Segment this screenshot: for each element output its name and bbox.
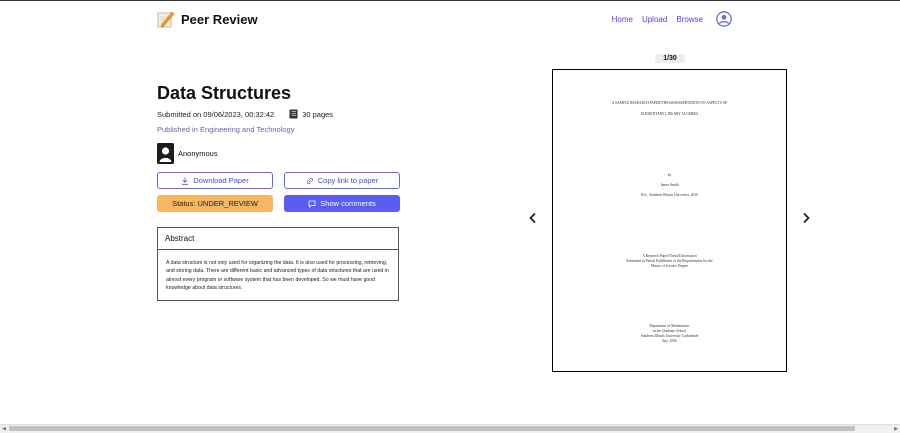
chevron-left-icon[interactable] [527, 212, 539, 224]
abstract-heading: Abstract [158, 228, 398, 250]
scroll-left-icon[interactable]: ◀ [2, 426, 6, 432]
doc-line: ELEMENTARY LINEARY ALGEBRA [640, 112, 699, 116]
nav-upload-link[interactable]: Upload [642, 15, 667, 24]
doc-line: James Smith [660, 183, 679, 187]
author: Anonymous [157, 143, 400, 164]
show-comments-label: Show comments [320, 199, 376, 208]
page-count-label: 30 pages [302, 109, 334, 119]
copy-link-label: Copy link to paper [317, 176, 379, 185]
doc-line: A SAMPLE RESEARCH PAPER/THESIS/DISSERTAT… [611, 101, 728, 105]
chat-icon [308, 200, 316, 208]
doc-line: B.S., Southern Illinois University, 2010 [641, 193, 698, 197]
nav-links: Home Upload Browse [612, 11, 732, 27]
download-paper-label: Download Paper [193, 176, 249, 185]
link-icon [306, 177, 313, 184]
page-indicator: 1/30 [655, 54, 685, 63]
paper-details: Data Structures Submitted on 09/06/2023,… [157, 83, 400, 301]
horizontal-scrollbar[interactable]: ◀ ▶ [0, 424, 900, 433]
paper-title: Data Structures [157, 83, 292, 103]
submitted-date: Submitted on 09/06/2023, 00:32:42 [157, 109, 275, 119]
abstract-card: Abstract A data structure is not only us… [157, 227, 399, 301]
chevron-right-icon[interactable] [800, 212, 812, 224]
download-paper-button[interactable]: Download Paper [157, 172, 273, 189]
logo-link[interactable]: Peer Review [157, 10, 258, 28]
download-icon [182, 177, 189, 185]
doc-line: July, 2006 [662, 339, 677, 343]
copy-link-button[interactable]: Copy link to paper [284, 172, 400, 189]
status-label: Status: UNDER_REVIEW [172, 199, 258, 208]
top-nav-bar: Peer Review Home Upload Browse [0, 1, 900, 41]
status-badge: Status: UNDER_REVIEW [157, 195, 273, 212]
brand-name: Peer Review [181, 11, 258, 27]
scrollbar-thumb[interactable] [9, 426, 855, 431]
abstract-text: A data structure is not only used for or… [166, 260, 389, 292]
published-category: Published in Engineering and Technology [157, 125, 295, 134]
scroll-right-icon[interactable]: ▶ [894, 426, 898, 432]
memo-pencil-icon [157, 11, 175, 28]
user-avatar-icon [157, 143, 174, 164]
book-icon [289, 109, 298, 119]
action-row-1: Download Paper Copy link to paper [157, 172, 400, 189]
doc-line: Master of Science Degree [650, 264, 689, 268]
paper-meta: Submitted on 09/06/2023, 00:32:42 30 pag… [157, 109, 400, 119]
pdf-page-preview: A SAMPLE RESEARCH PAPER/THESIS/DISSERTAT… [552, 69, 787, 372]
user-circle-icon[interactable] [716, 11, 732, 27]
nav-browse-link[interactable]: Browse [676, 15, 703, 24]
show-comments-button[interactable]: Show comments [284, 195, 400, 212]
doc-line: by [667, 173, 672, 177]
author-name: Anonymous [178, 149, 218, 158]
action-row-2: Status: UNDER_REVIEW Show comments [157, 195, 400, 212]
nav-home-link[interactable]: Home [612, 15, 633, 24]
page-count: 30 pages [289, 109, 333, 119]
